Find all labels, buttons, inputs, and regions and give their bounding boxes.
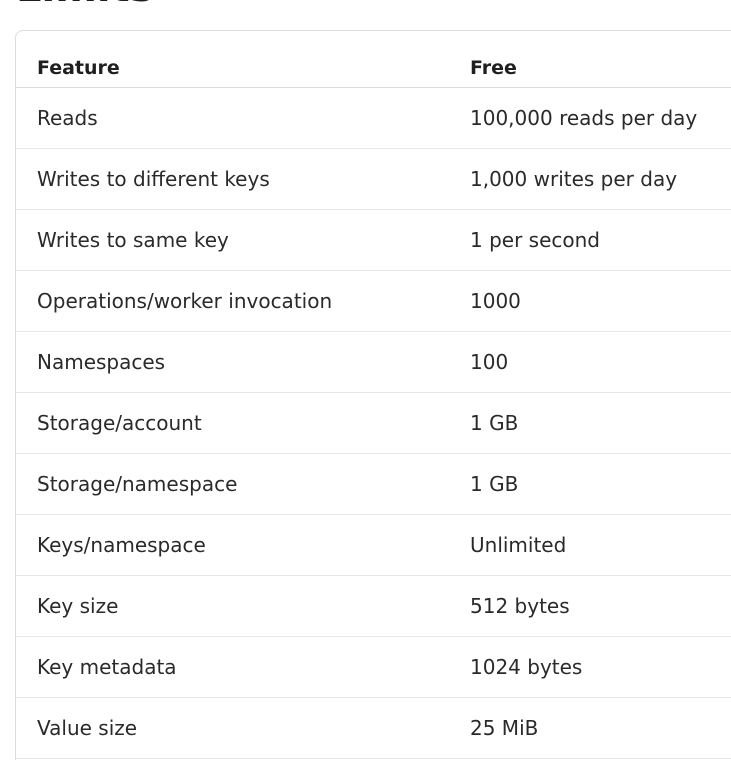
free-cell: 100,000 reads per day: [449, 87, 731, 149]
feature-cell: Key size: [16, 575, 449, 637]
table-row: Keys/namespace Unlimited: [16, 514, 731, 576]
feature-cell: Storage/namespace: [16, 453, 449, 515]
table-row: Writes to different keys 1,000 writes pe…: [16, 148, 731, 210]
feature-cell: Key metadata: [16, 636, 449, 698]
table-row: Reads 100,000 reads per day: [16, 87, 731, 149]
table-row: Storage/account 1 GB: [16, 392, 731, 454]
table-row: Writes to same key 1 per second: [16, 209, 731, 271]
feature-cell: Writes to same key: [16, 209, 449, 271]
table-row: Storage/namespace 1 GB: [16, 453, 731, 515]
table-body: Reads 100,000 reads per day Writes to di…: [16, 87, 731, 759]
free-cell: 100: [449, 331, 731, 393]
table-header: Feature Free: [16, 31, 731, 88]
limits-table: Feature Free Reads 100,000 reads per day…: [16, 31, 731, 759]
column-header-free: Free: [449, 31, 731, 88]
table-row: Namespaces 100: [16, 331, 731, 393]
free-cell: 1,000 writes per day: [449, 148, 731, 210]
free-cell: 512 bytes: [449, 575, 731, 637]
limits-table-card: Feature Free Reads 100,000 reads per day…: [15, 30, 731, 760]
table-header-row: Feature Free: [16, 31, 731, 88]
feature-cell: Reads: [16, 87, 449, 149]
free-cell: 1000: [449, 270, 731, 332]
free-cell: 1 per second: [449, 209, 731, 271]
free-cell: 1 GB: [449, 392, 731, 454]
table-row: Key metadata 1024 bytes: [16, 636, 731, 698]
feature-cell: Keys/namespace: [16, 514, 449, 576]
feature-cell: Value size: [16, 697, 449, 759]
feature-cell: Writes to different keys: [16, 148, 449, 210]
free-cell: 1 GB: [449, 453, 731, 515]
table-row: Operations/worker invocation 1000: [16, 270, 731, 332]
page-title: Limits: [16, 0, 154, 10]
table-row: Key size 512 bytes: [16, 575, 731, 637]
free-cell: 25 MiB: [449, 697, 731, 759]
feature-cell: Storage/account: [16, 392, 449, 454]
column-header-feature: Feature: [16, 31, 449, 88]
table-row: Value size 25 MiB: [16, 697, 731, 759]
feature-cell: Operations/worker invocation: [16, 270, 449, 332]
free-cell: 1024 bytes: [449, 636, 731, 698]
limits-table-scroll-area[interactable]: Feature Free Reads 100,000 reads per day…: [16, 31, 731, 760]
free-cell: Unlimited: [449, 514, 731, 576]
feature-cell: Namespaces: [16, 331, 449, 393]
